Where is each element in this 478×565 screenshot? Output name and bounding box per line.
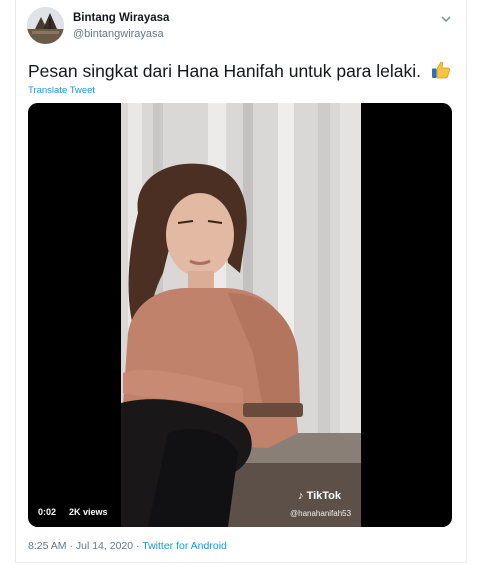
tweet-meta: 8:25 AM · Jul 14, 2020 · Twitter for And… bbox=[28, 540, 227, 552]
author-handle[interactable]: @bintangwirayasa bbox=[73, 28, 164, 40]
author-name[interactable]: Bintang Wirayasa bbox=[73, 12, 169, 24]
meta-separator: · bbox=[66, 540, 76, 552]
tweet-text: Pesan singkat dari Hana Hanifah untuk pa… bbox=[28, 60, 452, 82]
video-duration: 0:02 bbox=[38, 507, 57, 517]
thumbs-up-icon bbox=[431, 61, 451, 79]
avatar[interactable] bbox=[27, 7, 64, 44]
translate-tweet-link[interactable]: Translate Tweet bbox=[28, 85, 95, 96]
tiktok-watermark: ♪ TikTok bbox=[298, 490, 341, 502]
tweet-date[interactable]: Jul 14, 2020 bbox=[76, 540, 133, 552]
video-views: 2K views bbox=[69, 507, 108, 517]
tiktok-brand: TikTok bbox=[306, 490, 341, 502]
tiktok-logo-icon: ♪ bbox=[298, 490, 304, 502]
tweet-time[interactable]: 8:25 AM bbox=[28, 540, 67, 552]
video-frame bbox=[28, 103, 452, 527]
meta-separator-2: · bbox=[133, 540, 143, 552]
tweet-client[interactable]: Twitter for Android bbox=[142, 540, 227, 552]
video-player[interactable]: 0:02 2K views ♪ TikTok @hanahanifah53 bbox=[28, 103, 452, 527]
tiktok-handle: @hanahanifah53 bbox=[290, 509, 352, 518]
tweet-text-body: Pesan singkat dari Hana Hanifah untuk pa… bbox=[28, 61, 422, 81]
chevron-down-icon[interactable] bbox=[440, 14, 452, 24]
